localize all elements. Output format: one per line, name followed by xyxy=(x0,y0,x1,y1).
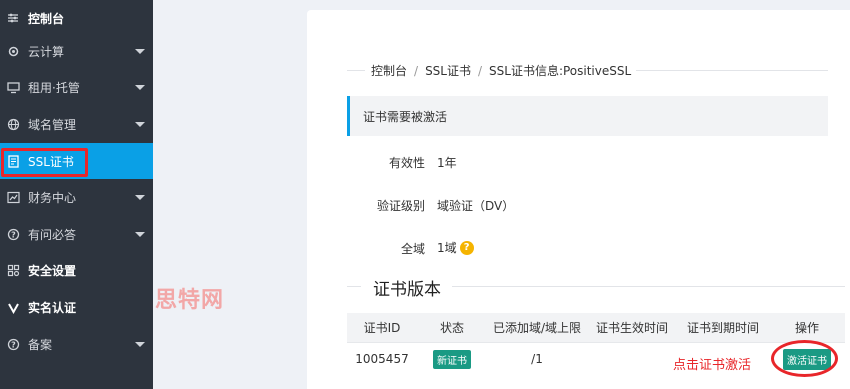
annotation-ellipse xyxy=(771,340,838,377)
sidebar-item-hosting[interactable]: 租用·托管 xyxy=(0,69,153,105)
ssl-highlight-box xyxy=(1,148,88,177)
sidebar-item-cloud[interactable]: 云计算 xyxy=(0,33,153,69)
sidebar-item-filing[interactable]: ? 备案 xyxy=(0,326,153,362)
sidebar-item-label: 备案 xyxy=(28,337,53,352)
sidebar-item-label: 有问必答 xyxy=(28,227,77,242)
status-cell: 新证书 xyxy=(417,349,487,369)
section-divider xyxy=(452,286,845,287)
breadcrumb-item-console[interactable]: 控制台 xyxy=(371,62,407,79)
sidebar-item-label: 控制台 xyxy=(28,11,65,26)
activation-notice: 证书需要被激活 xyxy=(347,96,828,136)
watermark: 思特网 xyxy=(155,288,225,313)
domains-value: 1域 xyxy=(437,241,457,255)
level-label: 验证级别 xyxy=(376,199,425,213)
validity-label: 有效性 xyxy=(388,156,425,170)
level-value: 域验证（DV） xyxy=(437,199,515,213)
question-circle-icon: ? xyxy=(6,227,20,241)
column-header: 操作 xyxy=(794,321,819,335)
help-icon[interactable]: ? xyxy=(459,240,474,255)
domains-count: /1 xyxy=(531,352,543,366)
sidebar-item-label: 域名管理 xyxy=(28,117,77,132)
cloud-gear-icon xyxy=(6,44,20,58)
section-title: 证书版本 xyxy=(373,280,441,300)
sidebar-item-realname[interactable]: 实名认证 xyxy=(0,289,153,325)
sidebar-item-security[interactable]: 安全设置 xyxy=(0,252,153,288)
breadcrumb-divider xyxy=(636,70,828,71)
breadcrumb-divider xyxy=(347,70,365,71)
chevron-down-icon xyxy=(135,84,145,90)
breadcrumb-item-current: SSL证书信息:PositiveSSL xyxy=(489,64,632,78)
sidebar-item-domains[interactable]: 域名管理 xyxy=(0,106,153,142)
grid-icon xyxy=(6,263,20,277)
column-header: 证书ID xyxy=(363,321,401,335)
table-header: 证书ID 状态 已添加域/域上限 证书生效时间 证书到期时间 操作 xyxy=(347,313,845,343)
column-header: 证书到期时间 xyxy=(686,321,759,335)
sidebar-item-faq[interactable]: ? 有问必答 xyxy=(0,216,153,252)
column-header: 状态 xyxy=(439,321,464,335)
breadcrumb-item-ssl[interactable]: SSL证书 xyxy=(425,62,471,79)
sidebar-item-label: 云计算 xyxy=(28,44,65,59)
chevron-down-icon xyxy=(135,48,145,54)
chevron-down-icon xyxy=(135,121,145,127)
sidebar-item-label: 安全设置 xyxy=(28,263,77,278)
sliders-icon xyxy=(6,11,20,25)
chevron-down-icon xyxy=(135,194,145,200)
sidebar-item-label: 财务中心 xyxy=(28,190,77,205)
certificate-table: 证书ID 状态 已添加域/域上限 证书生效时间 证书到期时间 操作 100545… xyxy=(347,313,845,375)
v-icon xyxy=(6,300,20,314)
domains-field: 1域 ? xyxy=(437,239,474,256)
annotation-text: 点击证书激活 xyxy=(673,358,752,373)
column-header: 已添加域/域上限 xyxy=(492,321,582,335)
question-circle-icon: ? xyxy=(6,337,20,351)
breadcrumb-separator: / xyxy=(414,63,419,78)
section-divider xyxy=(347,286,361,287)
chevron-down-icon xyxy=(135,341,145,347)
monitor-icon xyxy=(6,80,20,94)
status-badge: 新证书 xyxy=(433,349,471,369)
globe-icon xyxy=(6,117,20,131)
domains-label: 全域 xyxy=(400,242,425,256)
sidebar-item-finance[interactable]: 财务中心 xyxy=(0,179,153,215)
notice-text: 证书需要被激活 xyxy=(363,109,448,124)
sidebar-item-label: 实名认证 xyxy=(28,300,77,315)
sidebar-item-label: 租用·托管 xyxy=(28,80,80,95)
validity-value: 1年 xyxy=(437,156,457,170)
chart-icon xyxy=(6,190,20,204)
breadcrumb: 控制台 / SSL证书 / SSL证书信息:PositiveSSL xyxy=(371,62,631,79)
chevron-down-icon xyxy=(135,231,145,237)
svg-text:?: ? xyxy=(11,340,16,349)
cert-id: 1005457 xyxy=(355,352,409,366)
svg-text:?: ? xyxy=(11,230,16,239)
sidebar-item-console[interactable]: 控制台 xyxy=(0,0,153,36)
breadcrumb-separator: / xyxy=(477,63,483,78)
sidebar: 控制台 云计算 租用·托管 域名管理 SSL证书 财务中心 ? 有问必答 安全设… xyxy=(0,0,153,389)
column-header: 证书生效时间 xyxy=(595,321,668,335)
